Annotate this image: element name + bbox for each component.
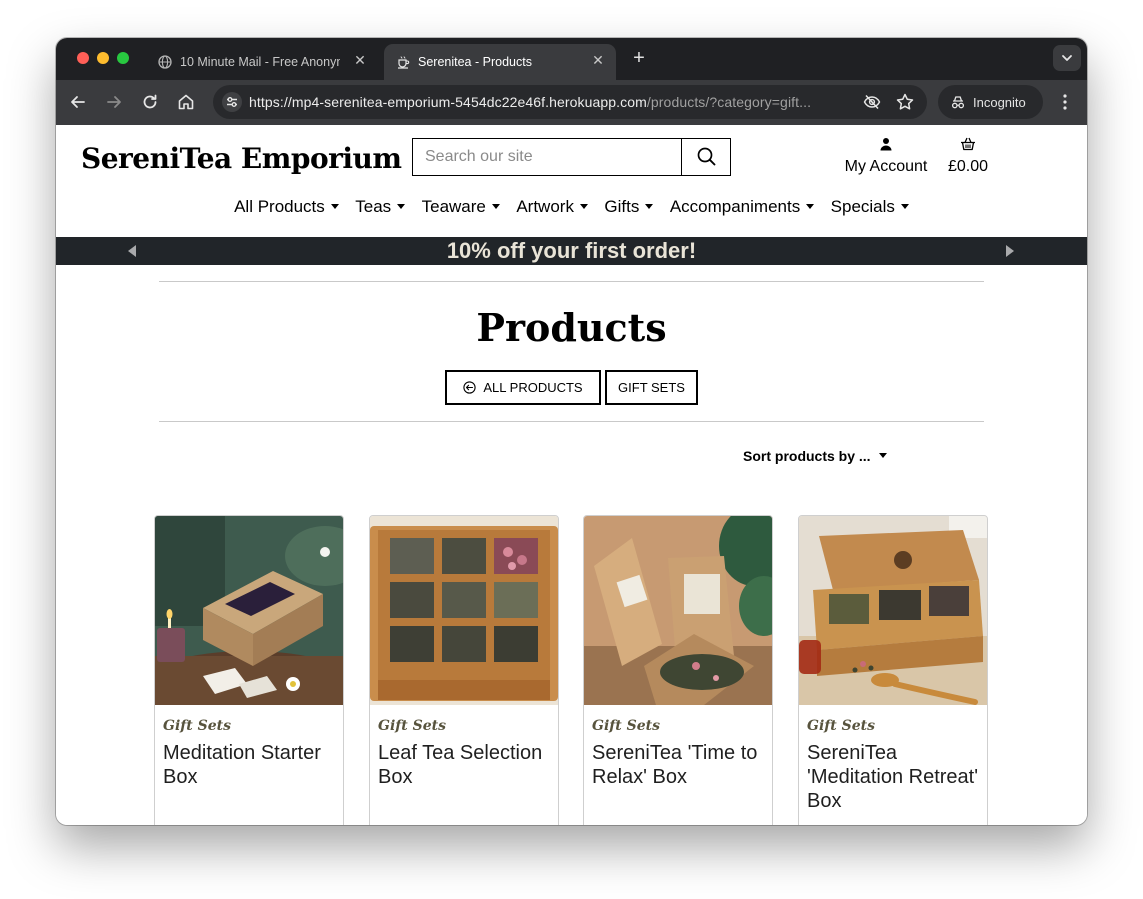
browser-toolbar: https://mp4-serenitea-emporium-5454dc22e… [56, 80, 1087, 125]
incognito-icon [951, 96, 965, 109]
url-path: /products/?category=gift... [646, 94, 812, 110]
basket-link[interactable]: £0.00 [940, 137, 996, 176]
nav-teaware[interactable]: Teaware [422, 197, 500, 217]
search-button[interactable] [681, 139, 731, 175]
sort-dropdown[interactable]: Sort products by ... [743, 448, 887, 464]
reload-icon[interactable] [140, 92, 160, 112]
all-products-label: All Products [483, 380, 583, 395]
bookmark-star-icon[interactable] [895, 92, 915, 112]
eye-off-icon[interactable] [863, 93, 881, 111]
product-name[interactable]: SereniTea 'Meditation Retreat' Box [807, 741, 983, 813]
caret-down-icon [397, 204, 406, 209]
tab-10-minute-mail[interactable]: 10 Minute Mail - Free Anonymous ✕ [146, 44, 378, 80]
caret-down-icon [900, 204, 909, 209]
search-input[interactable] [413, 139, 681, 175]
site-logo[interactable]: SereniTea Emporium [81, 142, 402, 175]
caret-down-icon [491, 204, 500, 209]
home-icon[interactable] [176, 92, 196, 112]
product-name[interactable]: Meditation Starter Box [163, 741, 339, 789]
nav-label: Accompaniments [669, 197, 801, 216]
site-settings-button[interactable] [222, 92, 242, 112]
arrow-circle-left-icon [463, 381, 477, 394]
nav-label: All Products [234, 197, 325, 216]
gift-sets-button[interactable]: Gift Sets [605, 370, 698, 405]
product-category[interactable]: Gift Sets [592, 718, 660, 734]
search-icon [697, 147, 716, 166]
nav-label: Specials [830, 197, 895, 216]
nav-accompaniments[interactable]: Accompaniments [669, 197, 815, 217]
address-bar[interactable]: https://mp4-serenitea-emporium-5454dc22e… [213, 85, 927, 119]
globe-icon [158, 55, 172, 69]
incognito-label: Incognito [973, 95, 1026, 110]
tab-title: 10 Minute Mail - Free Anonymous [180, 55, 340, 69]
promo-next-icon[interactable] [1006, 245, 1014, 257]
promo-banner: 10% off your first order! [56, 237, 1087, 265]
product-image[interactable] [799, 516, 987, 705]
nav-artwork[interactable]: Artwork [516, 197, 588, 217]
gift-sets-label: Gift Sets [618, 380, 685, 395]
nav-gifts[interactable]: Gifts [604, 197, 654, 217]
url-text[interactable]: https://mp4-serenitea-emporium-5454dc22e… [249, 94, 861, 110]
product-card[interactable]: Gift Sets SereniTea 'Meditation Retreat'… [798, 515, 988, 825]
tab-title: Serenitea - Products [418, 55, 532, 69]
all-products-button[interactable]: All Products [445, 370, 601, 405]
product-image[interactable] [584, 516, 772, 705]
caret-down-icon [645, 204, 654, 209]
product-category[interactable]: Gift Sets [163, 718, 231, 734]
basket-total: £0.00 [947, 158, 989, 175]
back-icon[interactable] [68, 92, 88, 112]
product-category[interactable]: Gift Sets [807, 718, 875, 734]
caret-down-icon [579, 204, 588, 209]
tab-serenitea-products[interactable]: Serenitea - Products ✕ [384, 44, 616, 80]
tune-icon [227, 97, 237, 107]
new-tab-button[interactable]: + [628, 48, 650, 70]
browser-window: 10 Minute Mail - Free Anonymous ✕ Sereni… [56, 38, 1087, 825]
nav-teas[interactable]: Teas [355, 197, 406, 217]
product-image[interactable] [370, 516, 558, 705]
nav-label: Teas [355, 197, 392, 216]
product-card[interactable]: Gift Sets Leaf Tea Selection Box [369, 515, 559, 825]
product-card[interactable]: Gift Sets SereniTea 'Time to Relax' Box [583, 515, 773, 825]
divider [159, 281, 984, 282]
basket-icon [961, 137, 975, 151]
nav-all-products[interactable]: All Products [234, 197, 339, 217]
page-title: Products [476, 305, 667, 350]
tab-strip: 10 Minute Mail - Free Anonymous ✕ Sereni… [56, 38, 1087, 80]
caret-down-icon [878, 453, 887, 458]
product-name[interactable]: Leaf Tea Selection Box [378, 741, 554, 789]
product-category[interactable]: Gift Sets [378, 718, 446, 734]
search-form [412, 138, 731, 176]
sort-label: Sort products by ... [743, 448, 871, 464]
teacup-icon [398, 56, 410, 69]
maximize-window-button[interactable] [117, 52, 129, 64]
chevron-down-icon [1062, 55, 1072, 61]
user-icon [880, 138, 892, 151]
close-tab-icon[interactable]: ✕ [352, 52, 368, 68]
caret-down-icon [330, 204, 339, 209]
product-name[interactable]: SereniTea 'Time to Relax' Box [592, 741, 768, 789]
url-host: https://mp4-serenitea-emporium-5454dc22e… [249, 94, 647, 110]
close-window-button[interactable] [77, 52, 89, 64]
tab-search-button[interactable] [1053, 45, 1081, 71]
web-page: SereniTea Emporium My Account [56, 125, 1087, 825]
nav-label: Artwork [516, 197, 574, 216]
nav-label: Gifts [604, 197, 640, 216]
my-account-label: My Account [844, 158, 928, 175]
close-tab-icon[interactable]: ✕ [590, 52, 606, 68]
main-nav: All Products Teas Teaware Artwork Gifts … [56, 197, 1087, 221]
product-image[interactable] [155, 516, 343, 705]
promo-text: 10% off your first order! [446, 238, 697, 263]
nav-label: Teaware [421, 197, 486, 216]
nav-specials[interactable]: Specials [831, 197, 909, 217]
product-card[interactable]: Gift Sets Meditation Starter Box [154, 515, 344, 825]
minimize-window-button[interactable] [97, 52, 109, 64]
caret-down-icon [806, 204, 815, 209]
forward-icon[interactable] [104, 92, 124, 112]
kebab-menu-icon[interactable] [1057, 92, 1073, 112]
my-account-link[interactable]: My Account [836, 137, 936, 176]
incognito-indicator[interactable]: Incognito [938, 85, 1043, 119]
divider [159, 421, 984, 422]
